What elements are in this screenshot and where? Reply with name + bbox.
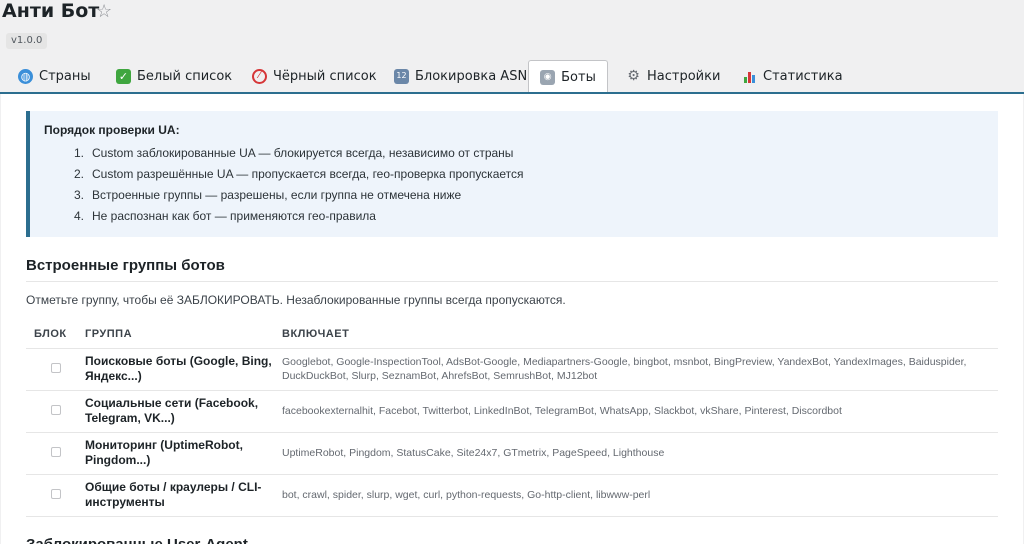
group-name: Поисковые боты (Google, Bing, Яндекс...) (85, 348, 282, 391)
prohibited-icon: ⁄ (252, 68, 267, 84)
tab-bots[interactable]: ◉ Боты (528, 60, 608, 94)
tab-label: Настройки (647, 68, 721, 84)
bot-groups-table: БЛОК ГРУППА ВКЛЮЧАЕТ Поисковые боты (Goo… (26, 320, 998, 517)
list-item: 3. Встроенные группы — разрешены, если гр… (74, 188, 462, 202)
group-name: Мониторинг (UptimeRobot, Pingdom...) (85, 432, 282, 475)
next-section-title: Заблокированные User-Agent (26, 536, 248, 544)
table-row: Социальные сети (Facebook, Telegram, VK.… (26, 390, 998, 433)
section-title: Встроенные группы ботов (26, 257, 225, 274)
table-header-row: БЛОК ГРУППА ВКЛЮЧАЕТ (26, 320, 998, 349)
tab-label: Статистика (763, 68, 843, 84)
list-item: 1. Custom заблокированные UA — блокируетс… (74, 146, 514, 160)
list-item: 4. Не распознан как бот — применяются гео… (74, 209, 376, 223)
bar-chart-icon (742, 69, 757, 84)
tab-label: Боты (561, 69, 596, 85)
group-includes: UptimeRobot, Pingdom, StatusCake, Site24… (282, 432, 998, 475)
tab-label: Чёрный список (273, 68, 377, 84)
numbers-icon: 12 (394, 68, 409, 84)
group-name: Социальные сети (Facebook, Telegram, VK.… (85, 390, 282, 433)
group-includes: facebookexternalhit, Facebot, Twitterbot… (282, 390, 998, 433)
gear-icon: ⚙ (627, 68, 640, 84)
table-row: Общие боты / краулеры / CLI-инструменты … (26, 474, 998, 517)
star-icon[interactable]: ☆ (96, 1, 112, 22)
section-divider (26, 281, 998, 282)
version-badge: v1.0.0 (6, 33, 48, 49)
globe-icon: ◍ (18, 68, 33, 84)
tab-label: Блокировка ASN (415, 68, 528, 84)
tab-statistics[interactable]: Статистика (740, 60, 845, 92)
group-includes: bot, crawl, spider, slurp, wget, curl, p… (282, 474, 998, 517)
column-header-includes: ВКЛЮЧАЕТ (282, 320, 998, 349)
tab-blacklist[interactable]: ⁄ Чёрный список (250, 60, 379, 92)
section-description: Отметьте группу, чтобы её ЗАБЛОКИРОВАТЬ.… (26, 293, 566, 307)
table-row: Поисковые боты (Google, Bing, Яндекс...)… (26, 348, 998, 391)
notice-title: Порядок проверки UA: (44, 123, 180, 137)
tab-countries[interactable]: ◍ Страны (16, 60, 93, 92)
column-header-block: БЛОК (26, 320, 85, 349)
tab-bar: ◍ Страны ✓ Белый список ⁄ Чёрный список … (0, 60, 1024, 94)
tab-whitelist[interactable]: ✓ Белый список (114, 60, 234, 92)
table-row: Мониторинг (UptimeRobot, Pingdom...) Upt… (26, 432, 998, 475)
tab-label: Страны (39, 68, 91, 84)
list-item: 2. Custom разрешённые UA — пропускается в… (74, 167, 524, 181)
group-includes: Googlebot, Google-InspectionTool, AdsBot… (282, 348, 998, 391)
robot-icon: ◉ (540, 69, 556, 85)
group-name: Общие боты / краулеры / CLI-инструменты (85, 474, 282, 517)
tab-asn-block[interactable]: 12 Блокировка ASN (392, 60, 529, 92)
page-title: Анти Бот (2, 0, 100, 22)
check-order-list: 1. Custom заблокированные UA — блокируетс… (74, 146, 524, 230)
block-checkbox[interactable] (51, 405, 61, 415)
main-content: Порядок проверки UA: 1. Custom заблокиров… (1, 94, 1023, 544)
check-order-notice: Порядок проверки UA: 1. Custom заблокиров… (26, 111, 998, 237)
block-checkbox[interactable] (51, 447, 61, 457)
tab-settings[interactable]: ⚙ Настройки (624, 60, 722, 92)
tab-label: Белый список (137, 68, 233, 84)
column-header-group: ГРУППА (85, 320, 282, 349)
page-header: Анти Бот ☆ v1.0.0 (0, 0, 1024, 60)
block-checkbox[interactable] (51, 363, 61, 373)
block-checkbox[interactable] (51, 489, 61, 499)
check-mark-icon: ✓ (116, 68, 131, 84)
